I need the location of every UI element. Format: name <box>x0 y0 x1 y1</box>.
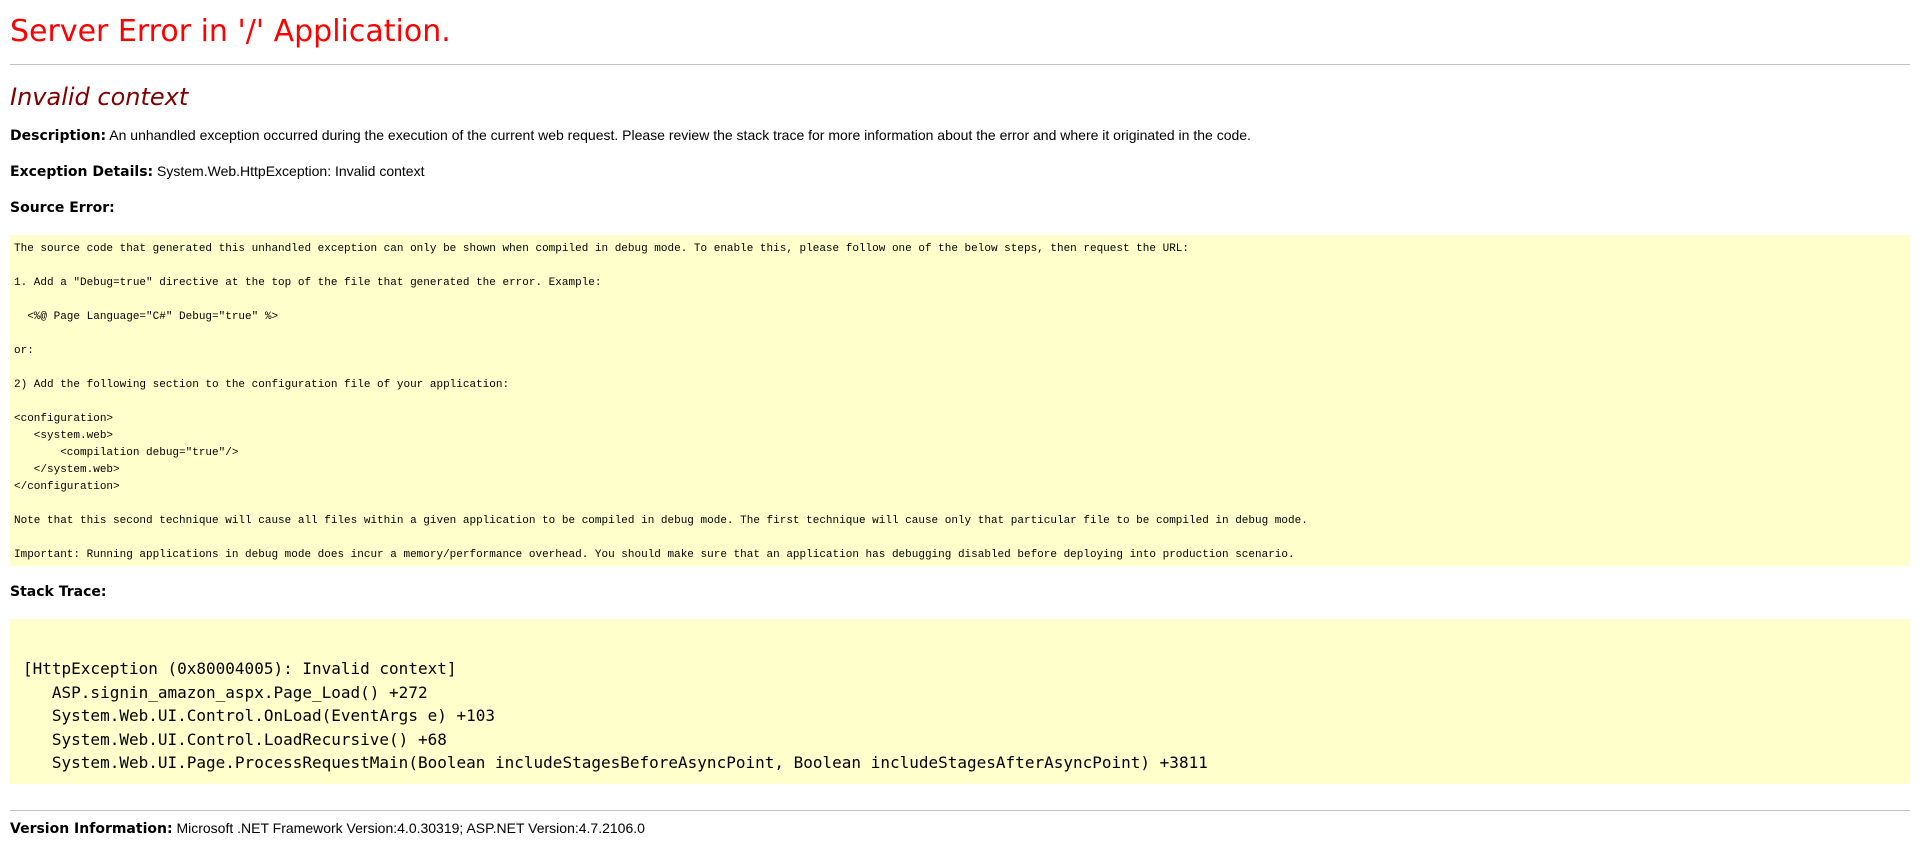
page-title: Server Error in '/' Application. <box>10 14 451 49</box>
source-error-label: Source Error: <box>10 200 115 216</box>
error-title: Invalid context <box>10 83 189 111</box>
source-error-paragraph: Source Error: <box>10 198 1910 217</box>
stack-trace-label: Stack Trace: <box>10 584 107 600</box>
description-paragraph: Description: An unhandled exception occu… <box>10 126 1910 145</box>
description-label: Description: <box>10 128 107 144</box>
version-information-paragraph: Version Information: Microsoft .NET Fram… <box>10 819 1910 838</box>
stack-trace-paragraph: Stack Trace: <box>10 582 1910 601</box>
version-divider <box>10 810 1910 811</box>
description-text: An unhandled exception occurred during t… <box>106 127 1251 143</box>
exception-details-label: Exception Details: <box>10 164 154 180</box>
error-page: Server Error in '/' Application. Invalid… <box>10 0 1910 838</box>
version-information-label: Version Information: <box>10 821 173 837</box>
source-error-code: The source code that generated this unha… <box>10 235 1910 566</box>
version-information-text: Microsoft .NET Framework Version:4.0.303… <box>172 820 645 836</box>
exception-details-text: System.Web.HttpException: Invalid contex… <box>153 163 425 179</box>
exception-details-paragraph: Exception Details: System.Web.HttpExcept… <box>10 162 1910 181</box>
stack-trace-code: [HttpException (0x80004005): Invalid con… <box>10 619 1910 784</box>
